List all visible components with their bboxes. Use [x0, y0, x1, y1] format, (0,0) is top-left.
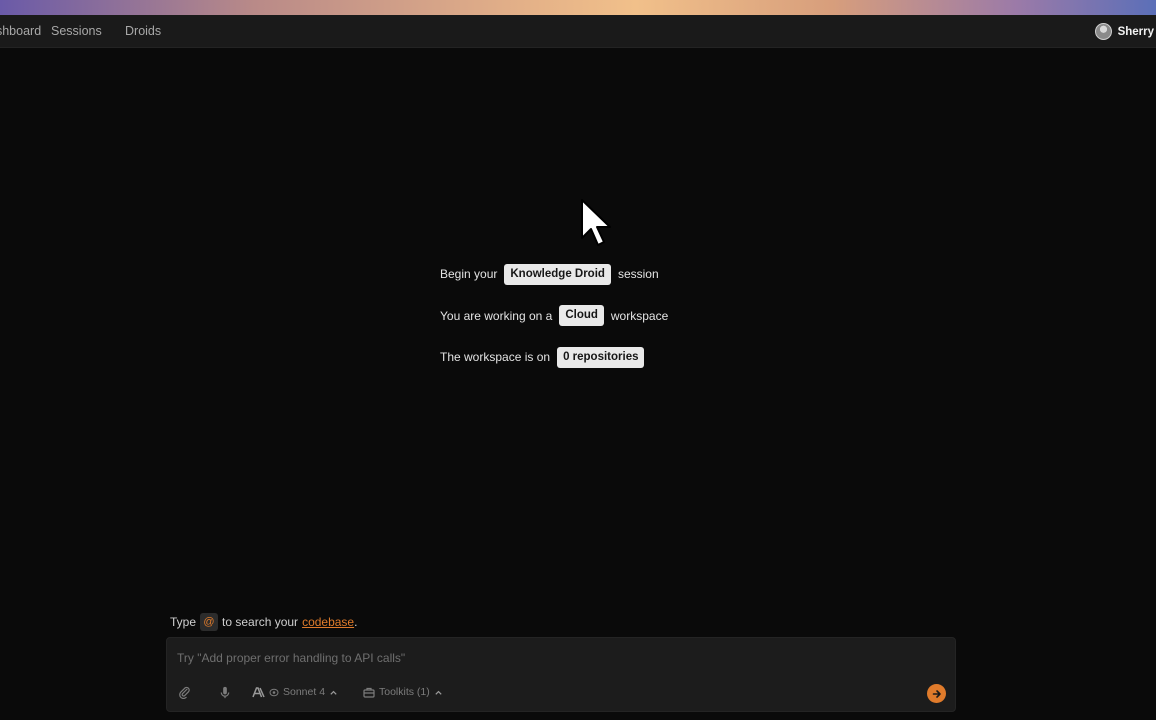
- hint-suffix: .: [354, 615, 358, 629]
- avatar: [1094, 23, 1112, 40]
- brain-icon: [269, 688, 279, 696]
- bottom-edge: [0, 712, 1156, 720]
- intro-line-droid: Begin your Knowledge Droid session: [440, 263, 668, 285]
- model-label: Sonnet 4: [283, 686, 326, 698]
- intro-line2-prefix: You are working on a: [440, 308, 553, 323]
- toolkits-selector[interactable]: Toolkits (1): [363, 686, 443, 698]
- intro-line2-suffix: workspace: [610, 308, 669, 323]
- intro-line1-prefix: Begin your: [440, 267, 498, 281]
- prompt-composer: Sonnet 4 Toolkits (1): [166, 637, 956, 712]
- nav-droids[interactable]: Droids: [125, 24, 161, 38]
- workspace-type-chip[interactable]: Cloud: [559, 305, 604, 326]
- codebase-link[interactable]: codebase: [302, 615, 354, 629]
- session-intro: Begin your Knowledge Droid session You a…: [440, 263, 668, 388]
- microphone-icon: [220, 686, 230, 699]
- hint-prefix: Type: [170, 615, 197, 629]
- user-menu[interactable]: Sherry: [1094, 23, 1154, 40]
- repositories-chip[interactable]: 0 repositories: [557, 346, 645, 368]
- hint-middle: to search your: [222, 615, 299, 629]
- toolbox-icon: [363, 687, 375, 698]
- prompt-input[interactable]: [177, 649, 937, 667]
- send-button[interactable]: [927, 684, 946, 703]
- desktop-wallpaper-strip: [0, 0, 1156, 15]
- codebase-search-hint: Type @ to search your codebase .: [170, 613, 357, 631]
- toolkits-label: Toolkits (1): [379, 686, 430, 698]
- chevron-up-icon: [435, 690, 442, 695]
- user-name: Sherry: [1117, 25, 1154, 38]
- attach-button[interactable]: [178, 686, 191, 699]
- intro-line-workspace: You are working on a Cloud workspace: [440, 305, 668, 327]
- voice-input-button[interactable]: [219, 686, 231, 699]
- model-selector[interactable]: Sonnet 4: [252, 686, 338, 698]
- paperclip-icon: [179, 686, 190, 699]
- intro-line3-prefix: The workspace is on: [440, 350, 551, 364]
- nav-dashboard[interactable]: Dashboard: [0, 24, 41, 38]
- top-navigation-bar: Dashboard Sessions Droids Sherry: [0, 15, 1156, 48]
- intro-line1-suffix: session: [617, 267, 659, 281]
- mouse-cursor-icon: [581, 199, 611, 246]
- chevron-up-icon: [330, 690, 337, 695]
- anthropic-icon: [252, 686, 265, 697]
- at-symbol-badge: @: [200, 613, 219, 631]
- arrow-right-icon: [932, 689, 941, 698]
- droid-type-chip[interactable]: Knowledge Droid: [504, 263, 611, 285]
- intro-line-repositories: The workspace is on 0 repositories: [440, 346, 668, 368]
- nav-sessions[interactable]: Sessions: [51, 24, 102, 38]
